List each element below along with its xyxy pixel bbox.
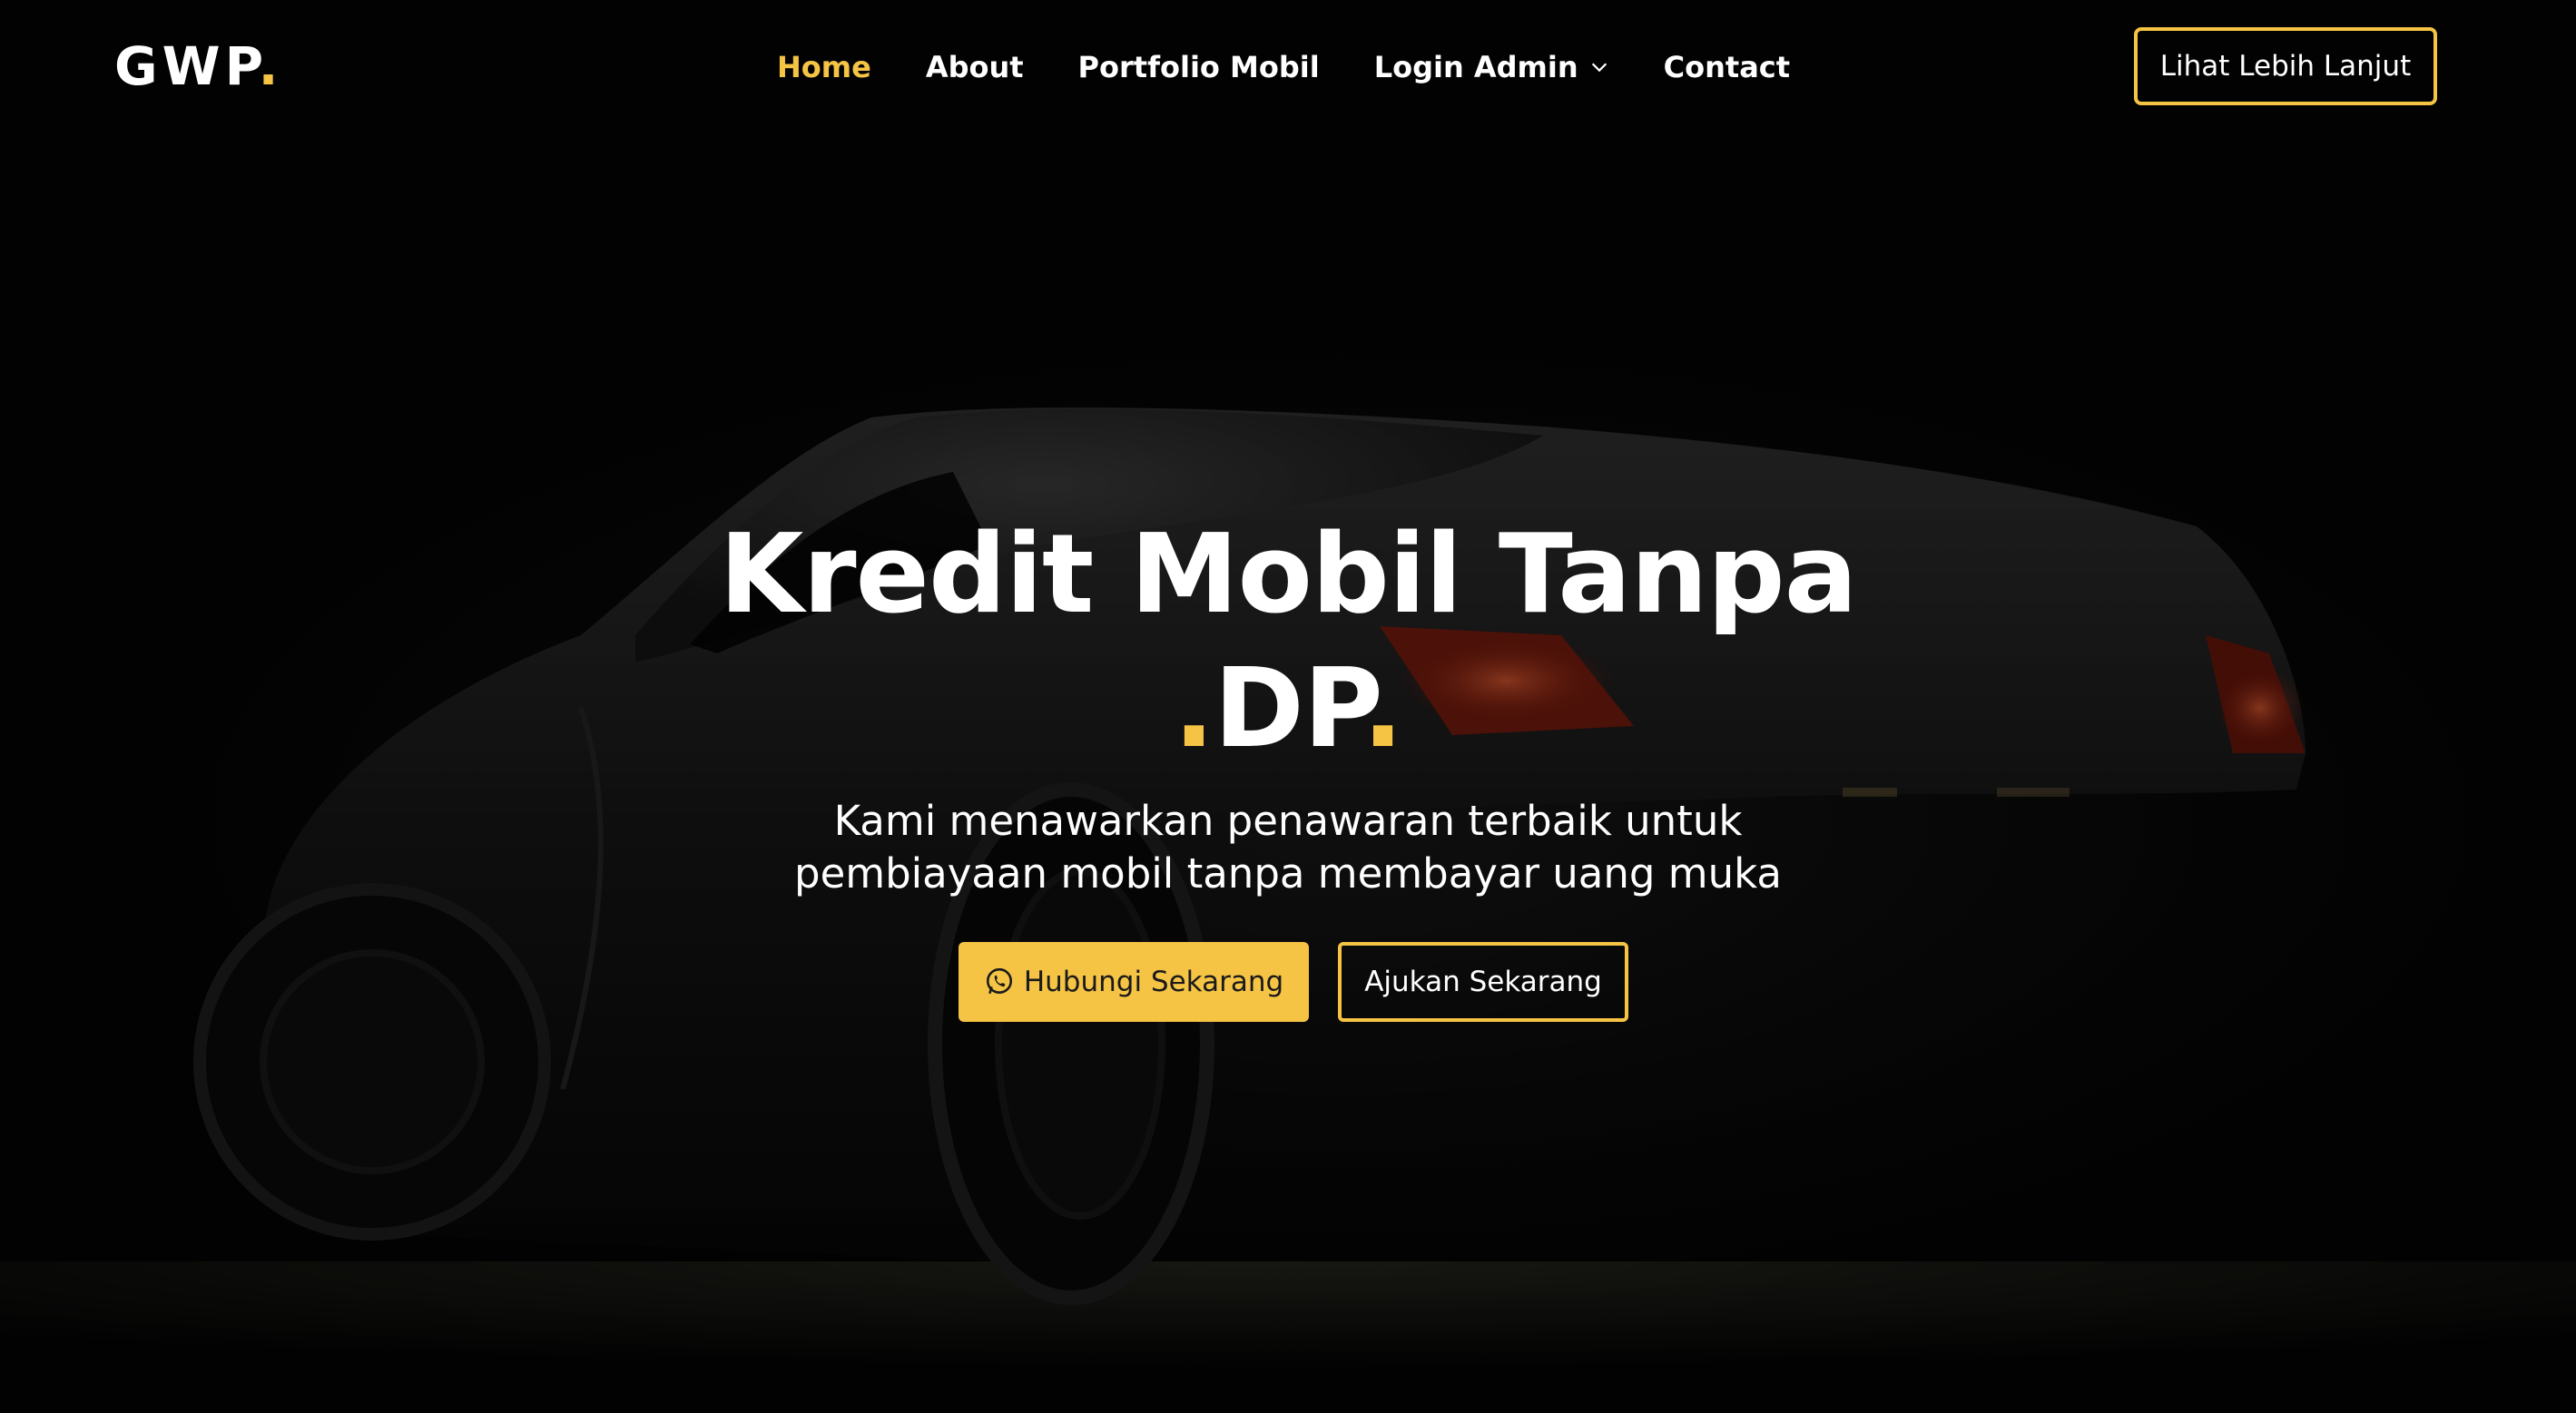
nav-item-label: Home [777,50,871,84]
main-nav: Home About Portfolio Mobil Login Admin C… [777,40,1844,94]
apply-now-button[interactable]: Ajukan Sekarang [1338,942,1628,1022]
contact-now-label: Hubungi Sekarang [1023,966,1284,998]
brand-dot: . [258,35,283,97]
brand-name: GWP [114,35,259,97]
hero-title-dot: . [1362,646,1404,772]
hero-section: Kredit Mobil Tanpa .DP. Kami menawarkan … [0,508,2576,1022]
nav-item-portfolio-mobil[interactable]: Portfolio Mobil [1078,50,1320,84]
hero-title-line: Kredit Mobil Tanpa [719,512,1857,638]
nav-item-label: About [925,50,1024,84]
nav-item-home[interactable]: Home [777,50,871,84]
site-header: GWP. Home About Portfolio Mobil Login Ad… [0,0,2576,136]
nav-item-login-admin[interactable]: Login Admin [1374,50,1609,84]
hero-subtitle: Kami menawarkan penawaran terbaik untuk … [794,797,1782,898]
page: GWP. Home About Portfolio Mobil Login Ad… [0,0,2576,1413]
contact-now-button[interactable]: Hubungi Sekarang [959,942,1309,1022]
see-more-button[interactable]: Lihat Lebih Lanjut [2134,27,2437,105]
hero-title-dot: . [1173,646,1215,772]
hero-actions: Hubungi Sekarang Ajukan Sekarang [0,942,2576,1022]
nav-item-contact[interactable]: Contact [1664,50,1790,84]
hero-title-word: DP [1214,646,1363,772]
hero-title: Kredit Mobil Tanpa .DP. [698,508,1878,777]
nav-item-label: Login Admin [1373,50,1578,84]
nav-item-label: Contact [1663,50,1791,84]
brand-logo[interactable]: GWP. [114,34,283,98]
chevron-down-icon [1591,63,1607,73]
nav-item-label: Portfolio Mobil [1077,50,1320,84]
whatsapp-icon [986,967,1012,995]
nav-item-about[interactable]: About [926,50,1024,84]
